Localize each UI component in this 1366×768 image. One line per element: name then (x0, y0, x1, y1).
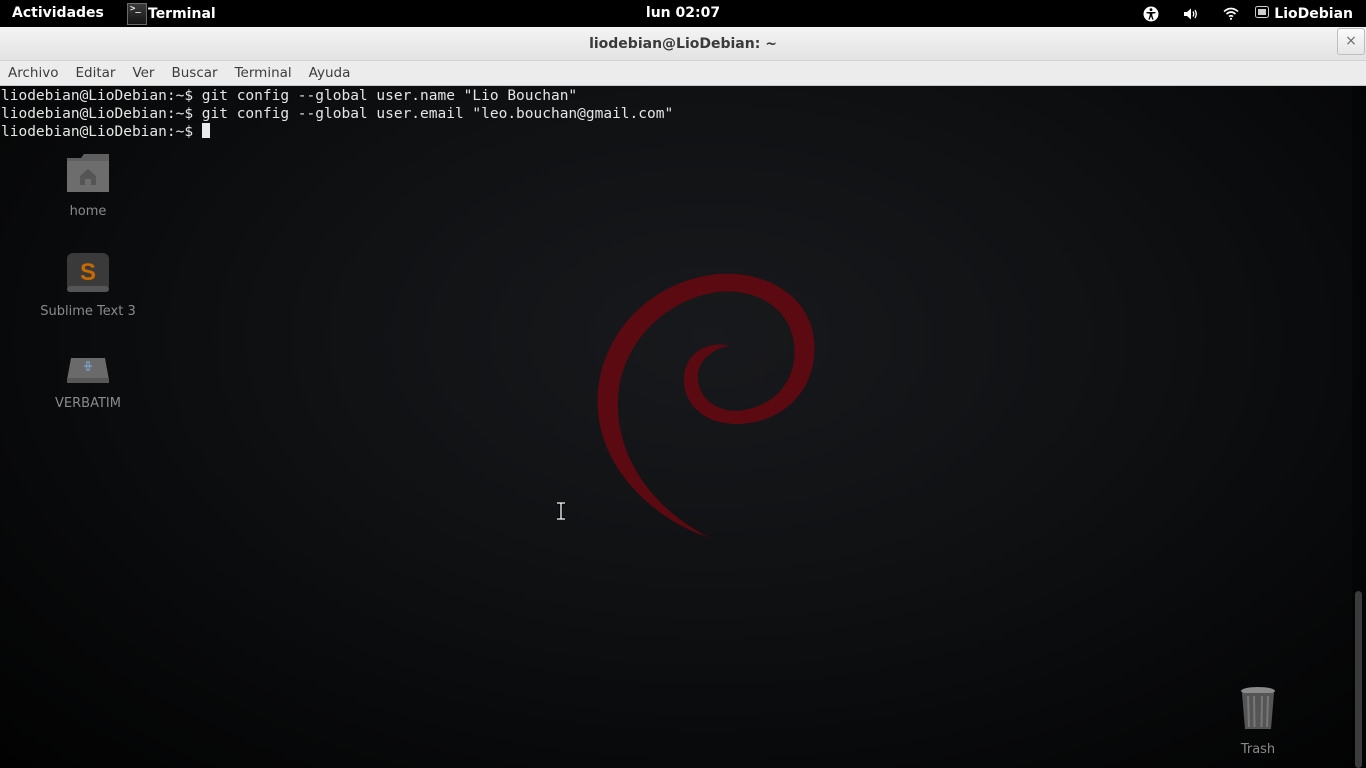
menu-ver[interactable]: Ver (132, 65, 154, 81)
terminal-line: liodebian@LioDebian:~$ git config --glob… (1, 106, 674, 122)
volume-icon[interactable] (1182, 5, 1200, 23)
wifi-icon[interactable] (1222, 5, 1240, 23)
close-button[interactable]: × (1337, 28, 1365, 55)
text-cursor (201, 123, 210, 138)
terminal-prompt-line: liodebian@LioDebian:~$ (0, 122, 1352, 140)
menu-buscar[interactable]: Buscar (171, 65, 217, 81)
scrollbar-thumb[interactable] (1355, 591, 1362, 768)
window-titlebar[interactable]: liodebian@LioDebian: ~ × (0, 27, 1366, 61)
user-name: LioDebian (1274, 5, 1353, 22)
menu-archivo[interactable]: Archivo (8, 65, 58, 81)
menu-ayuda[interactable]: Ayuda (309, 65, 351, 81)
app-menu-label: Terminal (148, 5, 216, 22)
user-menu[interactable]: LioDebian (1255, 5, 1366, 22)
terminal-scrollbar[interactable] (1352, 86, 1366, 768)
terminal-output[interactable]: liodebian@LioDebian:~$ git config --glob… (0, 86, 1352, 768)
user-status-icon (1255, 5, 1270, 22)
terminal-app-icon: >_ (127, 2, 147, 25)
menu-terminal[interactable]: Terminal (235, 65, 292, 81)
activities-button[interactable]: Actividades (12, 5, 104, 21)
ibeam-cursor-icon (557, 502, 565, 520)
terminal-line: liodebian@LioDebian:~$ git config --glob… (1, 88, 578, 104)
terminal-prompt: liodebian@LioDebian:~$ (1, 124, 202, 140)
menu-bar: Archivo Editar Ver Buscar Terminal Ayuda (0, 61, 1366, 86)
app-menu[interactable]: >_ Terminal (127, 0, 216, 27)
system-tray: LioDebian (1131, 0, 1366, 27)
window-title: liodebian@LioDebian: ~ (589, 36, 777, 52)
top-bar: Actividades >_ Terminal lun 02:07 LioDeb… (0, 0, 1366, 27)
menu-editar[interactable]: Editar (75, 65, 115, 81)
accessibility-icon[interactable] (1142, 5, 1160, 23)
